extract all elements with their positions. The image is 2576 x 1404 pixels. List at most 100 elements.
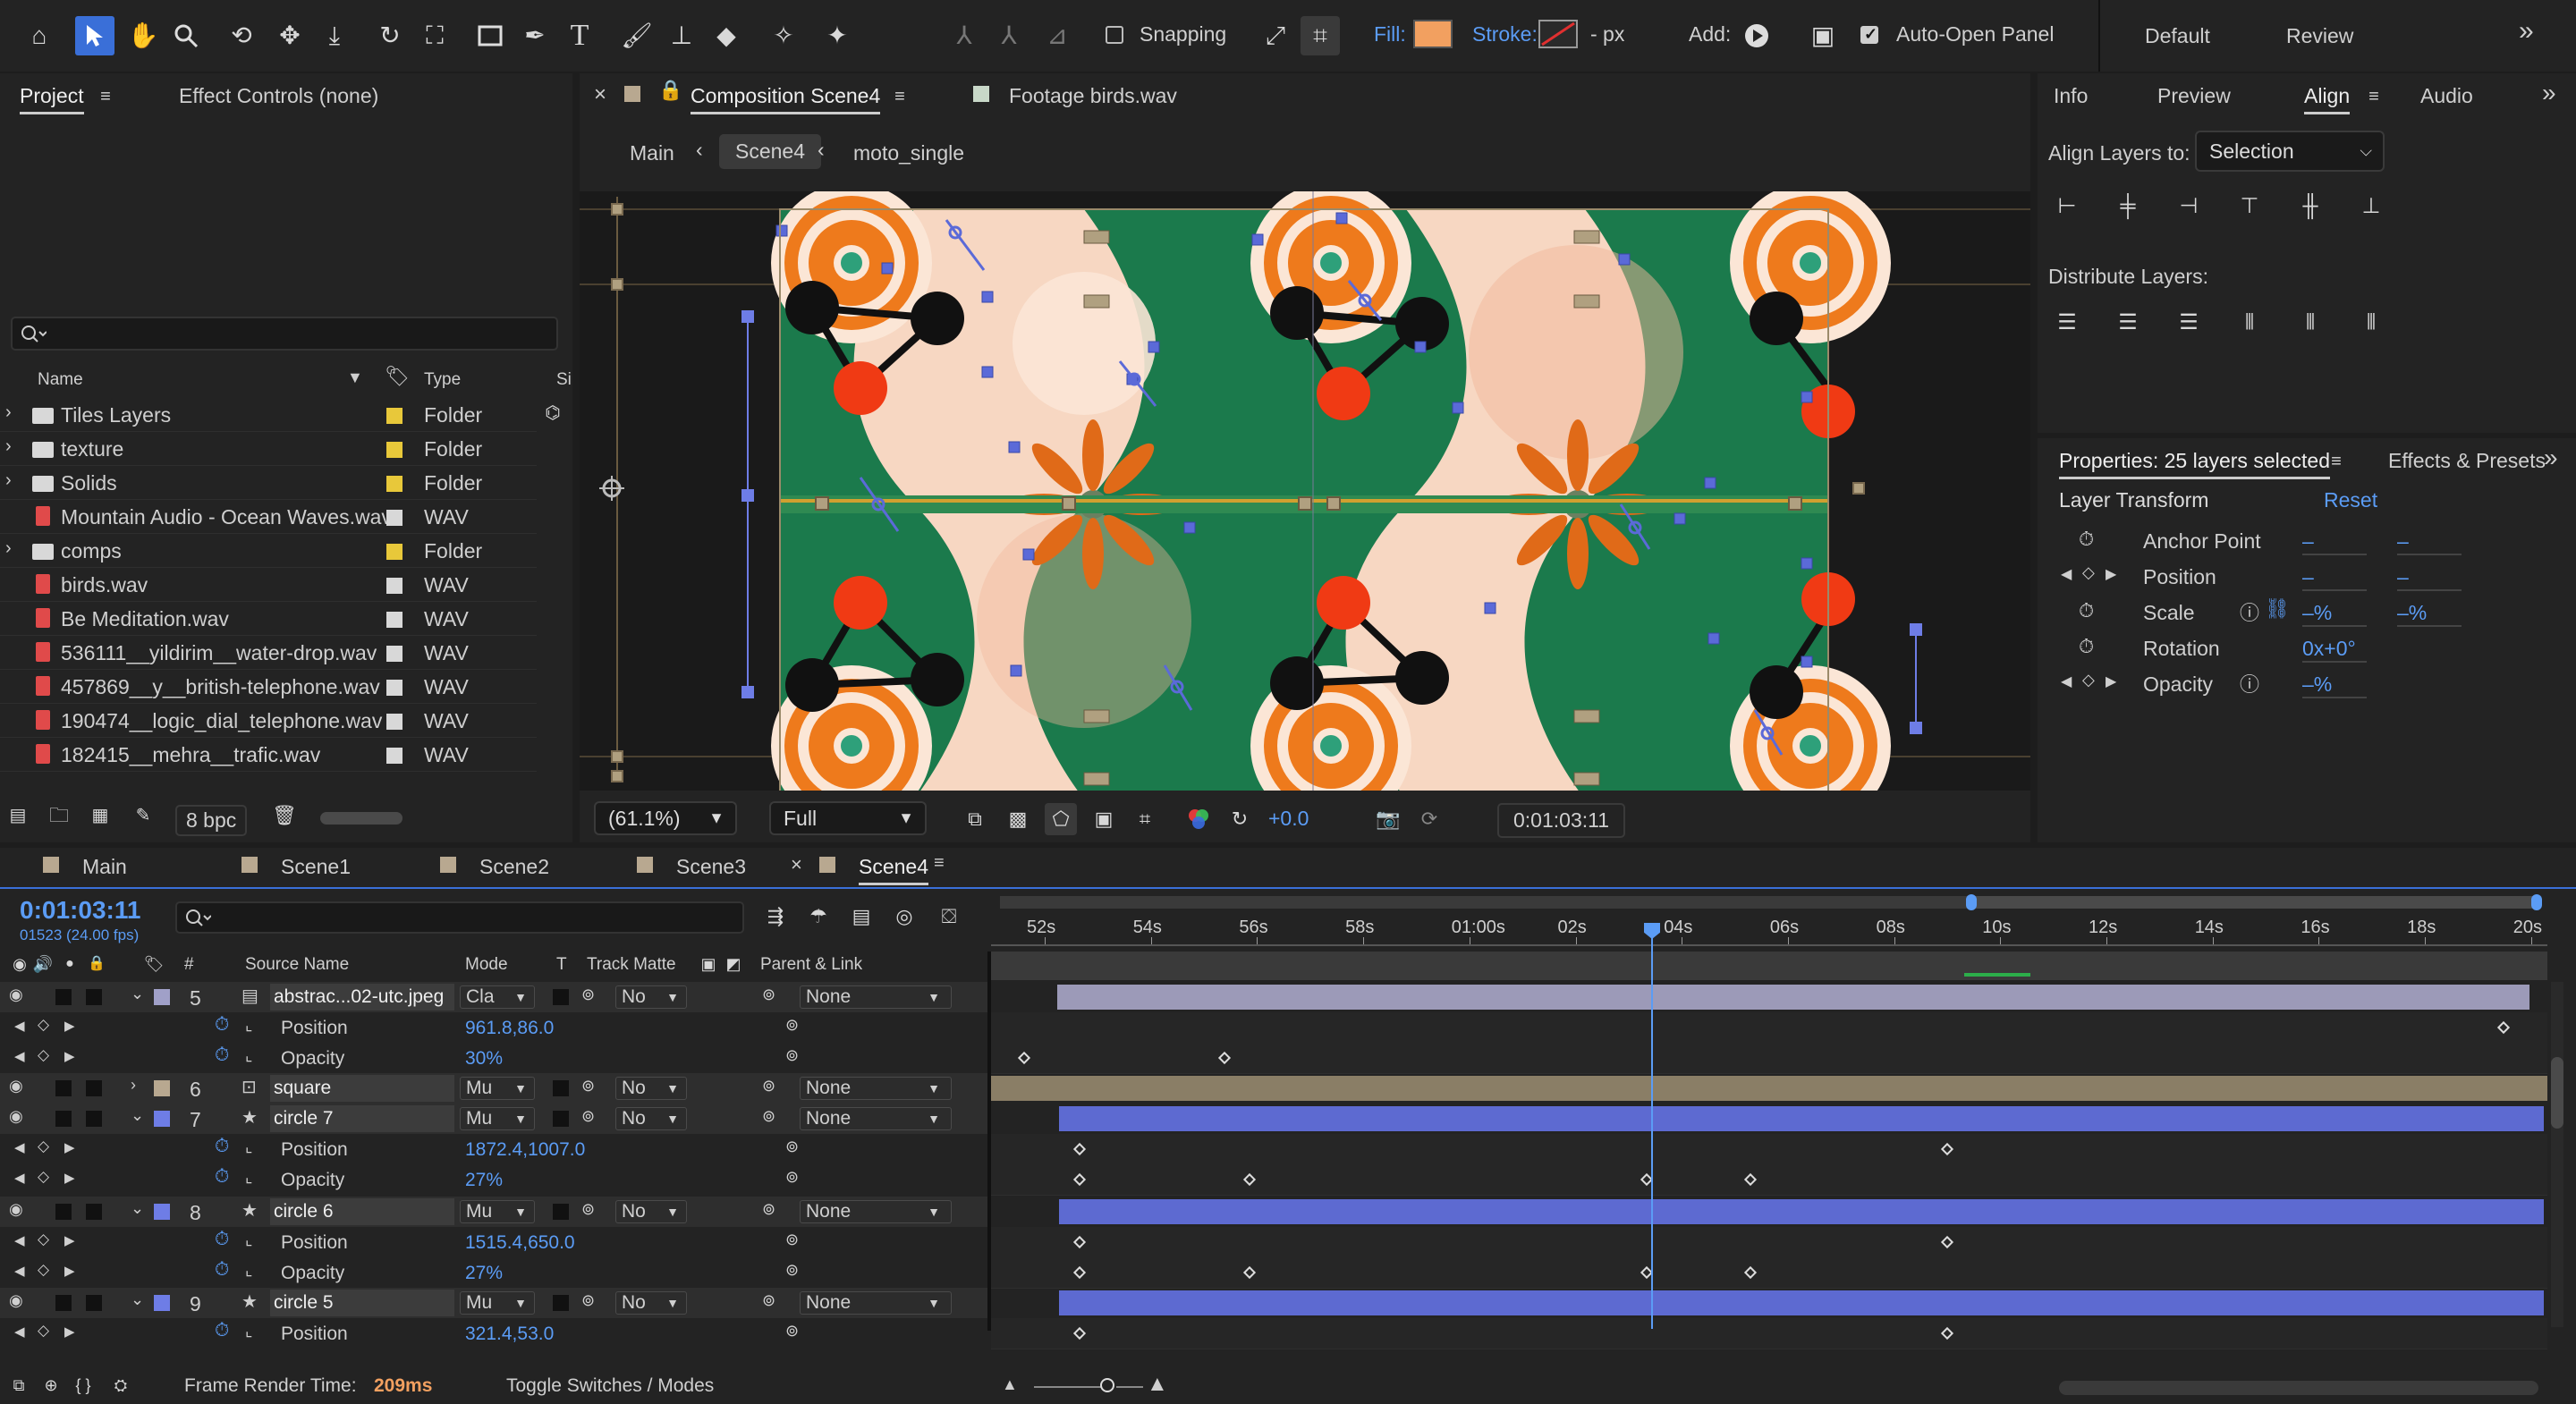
track-matte-dropdown[interactable]: No ▼ xyxy=(615,985,687,1009)
project-item[interactable]: › Tiles Layers Folder xyxy=(0,399,537,432)
align-menu-icon[interactable]: ≡ xyxy=(2363,86,2385,107)
track-matte-dropdown[interactable]: No ▼ xyxy=(615,1107,687,1130)
eye-icon[interactable]: ◉ xyxy=(9,1077,23,1095)
property-value-2[interactable]: – xyxy=(2397,529,2462,555)
property-value-2[interactable]: – xyxy=(2397,565,2462,591)
expression-pickwhip-icon[interactable]: ⊚ xyxy=(785,1231,799,1249)
align-target-dropdown[interactable]: Selection ⌵ xyxy=(2195,131,2385,172)
timeline-tab[interactable]: Scene3 xyxy=(676,855,746,879)
property-value-1[interactable]: – xyxy=(2302,529,2367,555)
solo-box[interactable] xyxy=(55,1204,72,1220)
tab-preview[interactable]: Preview xyxy=(2157,84,2231,108)
playhead-handle[interactable] xyxy=(1644,923,1660,939)
next-keyframe-icon[interactable]: ▶ xyxy=(64,1263,75,1279)
trash-icon[interactable]: 🗑 xyxy=(272,803,297,828)
collapse-arrow-icon[interactable]: ⌄ xyxy=(131,985,144,1003)
stopwatch-icon[interactable]: ⏱ xyxy=(215,1166,229,1188)
col-type-header[interactable]: Type xyxy=(424,370,461,390)
stopwatch-icon[interactable]: ⏱ xyxy=(215,1014,229,1036)
distribute-hcenter-icon[interactable]: ⫴ xyxy=(2295,308,2326,338)
lock-box[interactable] xyxy=(86,989,102,1005)
graph-editor-icon[interactable]: ⛋ xyxy=(934,901,964,932)
prev-keyframe-icon[interactable]: ◀ xyxy=(14,1232,25,1248)
layer-row[interactable]: ◉ › 6 ⊡ square Mu ▼ ⊚ No ▼ ⊚ None ▼ xyxy=(0,1073,2576,1104)
project-item[interactable]: 190474__logic_dial_telephone.wav WAV xyxy=(0,705,537,738)
horizontal-scrollbar[interactable] xyxy=(2059,1381,2538,1395)
track-matte-dropdown[interactable]: No ▼ xyxy=(615,1291,687,1315)
align-top-icon[interactable]: ⊤ xyxy=(2234,191,2265,222)
pen-tool-icon[interactable]: ✒ xyxy=(515,16,555,55)
track-matte-dropdown[interactable]: No ▼ xyxy=(615,1077,687,1100)
layer-duration-bar[interactable] xyxy=(1057,985,2529,1010)
graph-icon[interactable]: ⌞ xyxy=(245,1168,252,1187)
track-matte-pickwhip-icon[interactable]: ⊚ xyxy=(581,1107,595,1126)
blend-mode-dropdown[interactable]: Cla ▼ xyxy=(460,985,535,1009)
rectangle-tool-icon[interactable] xyxy=(470,16,510,55)
align-left-icon[interactable]: ⊢ xyxy=(2052,191,2082,222)
label-swatch[interactable] xyxy=(386,510,402,526)
property-value-2[interactable]: –% xyxy=(2397,601,2462,627)
property-value-1[interactable]: –% xyxy=(2302,601,2367,627)
layer-switches-icon[interactable]: ⧉ xyxy=(7,1374,30,1397)
property-row[interactable]: ◀ ◇ ▶ ⏱ ⌞ Opacity 30% ⊚ xyxy=(0,1043,2576,1074)
stopwatch-icon[interactable]: ⏱ xyxy=(2079,599,2094,622)
work-area-range[interactable] xyxy=(1971,896,2537,909)
mask-visibility-icon[interactable]: ⬠ xyxy=(1045,803,1077,835)
layer-duration-bar[interactable] xyxy=(1059,1106,2544,1131)
tab-effect-controls[interactable]: Effect Controls (none) xyxy=(179,84,378,108)
info-icon[interactable]: ⓘ xyxy=(2240,669,2259,698)
prev-keyframe-icon[interactable]: ◀ xyxy=(2061,565,2072,583)
label-swatch[interactable] xyxy=(386,408,402,424)
timeline-tab[interactable]: Scene1 xyxy=(281,855,351,879)
timeline-tab[interactable]: Scene2 xyxy=(479,855,549,879)
more-panels-icon[interactable]: » xyxy=(2542,79,2556,107)
graph-icon[interactable]: ⌞ xyxy=(245,1261,252,1280)
roto-brush-icon[interactable]: ✧ xyxy=(764,16,803,55)
next-keyframe-icon[interactable]: ▶ xyxy=(64,1018,75,1034)
prev-keyframe-icon[interactable]: ◀ xyxy=(14,1263,25,1279)
shy-layers-icon[interactable]: ☂ xyxy=(803,901,834,932)
next-keyframe-icon[interactable]: ▶ xyxy=(2106,672,2116,690)
graph-icon[interactable]: ⌞ xyxy=(245,1231,252,1249)
more-properties-icon[interactable]: » xyxy=(2544,444,2558,472)
properties-title[interactable]: Properties: 25 layers selected xyxy=(2059,449,2330,479)
distribute-right-icon[interactable]: ⫴ xyxy=(2356,308,2386,338)
zoom-dropdown[interactable]: (61.1%) ▼ xyxy=(594,801,737,835)
label-swatch[interactable] xyxy=(386,646,402,662)
distribute-vcenter-icon[interactable]: ☰ xyxy=(2113,308,2143,338)
property-value[interactable]: 27% xyxy=(465,1170,503,1191)
snapping-checkbox[interactable] xyxy=(1106,26,1123,44)
label-swatch[interactable] xyxy=(386,748,402,764)
property-value-1[interactable]: – xyxy=(2302,565,2367,591)
playhead-line[interactable] xyxy=(1651,925,1653,1329)
rotate-tool-icon[interactable]: ↻ xyxy=(370,16,410,55)
keyframe-toggle-icon[interactable]: ◇ xyxy=(38,1138,49,1155)
constrain-link-icon[interactable]: ⛓ xyxy=(2265,597,2290,621)
col-size-header[interactable]: Si xyxy=(556,370,572,390)
solo-box[interactable] xyxy=(55,989,72,1005)
layer-row[interactable]: ◉ ⌄ 9 ★ circle 5 Mu ▼ ⊚ No ▼ ⊚ None ▼ xyxy=(0,1288,2576,1318)
eye-icon[interactable]: ◉ xyxy=(9,1200,23,1219)
workspace-default[interactable]: Default xyxy=(2145,24,2210,48)
auto-open-checkbox[interactable] xyxy=(1860,25,1878,44)
brush-tool-icon[interactable]: 🖌 xyxy=(617,16,657,55)
snapshot-icon[interactable]: 📷 xyxy=(1374,805,1402,833)
comp-mini-flowchart-icon[interactable]: ⇶ xyxy=(760,901,791,932)
tab-project[interactable]: Project xyxy=(20,84,84,114)
layer-row[interactable]: ◉ ⌄ 8 ★ circle 6 Mu ▼ ⊚ No ▼ ⊚ None ▼ xyxy=(0,1197,2576,1227)
new-comp-icon[interactable]: ▦ xyxy=(88,803,113,828)
bpc-button[interactable]: 8 bpc xyxy=(175,805,248,836)
property-value[interactable]: 321.4,53.0 xyxy=(465,1324,554,1345)
eraser-tool-icon[interactable]: ◆ xyxy=(707,16,746,55)
eye-icon[interactable]: ◉ xyxy=(9,1107,23,1126)
distribute-bottom-icon[interactable]: ☰ xyxy=(2174,308,2204,338)
breadcrumb-main[interactable]: Main xyxy=(630,141,674,165)
axis-world-icon[interactable]: ⅄ xyxy=(989,16,1029,55)
work-area-start-handle[interactable] xyxy=(1966,894,1977,910)
properties-menu-icon[interactable]: ≡ xyxy=(2326,451,2347,472)
transparency-grid-icon[interactable]: ▩ xyxy=(1004,805,1032,833)
align-hcenter-icon[interactable]: ╪ xyxy=(2113,191,2143,222)
project-item[interactable]: Mountain Audio - Ocean Waves.wav WAV xyxy=(0,501,537,534)
axis-local-icon[interactable]: ⅄ xyxy=(945,16,984,55)
track-matte-dropdown[interactable]: No ▼ xyxy=(615,1200,687,1223)
